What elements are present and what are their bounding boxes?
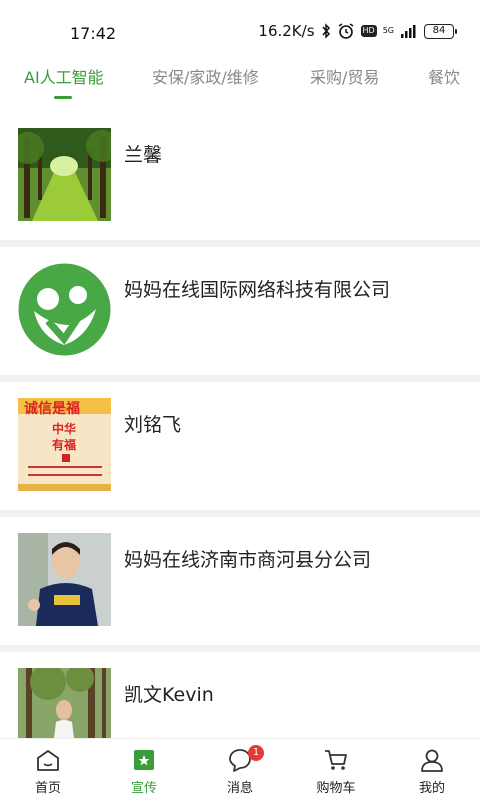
category-tabs: AI人工智能 安保/家政/维修 采购/贸易 餐饮	[0, 52, 480, 104]
item-title: 兰馨	[124, 144, 163, 166]
tab-catering[interactable]: 餐饮	[428, 64, 460, 88]
tab-ai[interactable]: AI人工智能	[24, 64, 104, 88]
nav-label: 宣传	[130, 781, 157, 796]
alarm-icon	[338, 23, 353, 39]
network-type: 5G	[383, 27, 394, 35]
item-image: 诚信是福 中华 有福	[18, 398, 111, 491]
bluetooth-icon	[321, 23, 330, 39]
status-bar: 17:42 16.2K/s HD 5G 84	[0, 0, 480, 52]
item-image	[18, 668, 111, 738]
list-item[interactable]: 妈妈在线国际网络科技有限公司	[0, 247, 480, 375]
bottom-nav: 首页 宣传 1 消息 购物车 我的	[0, 738, 480, 800]
item-image	[18, 263, 111, 356]
nav-label: 首页	[34, 781, 61, 796]
tab-security-housekeeping[interactable]: 安保/家政/维修	[152, 64, 259, 88]
battery-indicator: 84	[424, 23, 457, 39]
company-list: 兰馨 妈妈在线国际网络科技有限公司 诚信是福 中华 有福 刘铭飞 妈妈在线济南市…	[0, 112, 480, 738]
hd-badge: HD	[360, 25, 377, 37]
active-tab-indicator	[54, 96, 72, 99]
list-item[interactable]: 妈妈在线济南市商河县分公司	[0, 517, 480, 645]
item-title: 凯文Kevin	[124, 684, 214, 706]
home-icon	[37, 750, 59, 771]
item-title: 刘铭飞	[124, 414, 182, 436]
profile-icon	[421, 749, 443, 772]
list-item[interactable]: 兰馨	[0, 112, 480, 240]
nav-profile[interactable]: 我的	[392, 747, 472, 796]
promo-icon	[134, 750, 154, 770]
nav-cart[interactable]: 购物车	[296, 747, 376, 796]
cart-icon	[325, 750, 347, 770]
item-image	[18, 128, 111, 221]
network-label: 5G	[382, 26, 394, 35]
poster-line: 有福	[52, 438, 77, 452]
tab-procurement-trade[interactable]: 采购/贸易	[310, 64, 379, 88]
status-indicators: 16.2K/s HD 5G 84	[258, 22, 457, 40]
poster-line: 中华	[52, 422, 77, 436]
signal-icon	[401, 25, 416, 38]
list-item[interactable]: 诚信是福 中华 有福 刘铭飞	[0, 382, 480, 510]
nav-label: 消息	[226, 781, 253, 796]
item-image	[18, 533, 111, 626]
nav-label: 购物车	[316, 781, 356, 796]
item-title: 妈妈在线济南市商河县分公司	[124, 549, 372, 571]
nav-label: 我的	[418, 781, 445, 796]
status-time: 17:42	[70, 24, 117, 43]
nav-home[interactable]: 首页	[8, 747, 88, 796]
unread-badge: 1	[248, 745, 264, 761]
list-item[interactable]: 凯文Kevin	[0, 652, 480, 738]
network-speed: 16.2K/s	[258, 22, 315, 40]
nav-promo[interactable]: 宣传	[104, 747, 184, 796]
nav-messages[interactable]: 1 消息	[200, 745, 280, 796]
poster-headline: 诚信是福	[24, 401, 80, 417]
item-title: 妈妈在线国际网络科技有限公司	[124, 279, 391, 301]
